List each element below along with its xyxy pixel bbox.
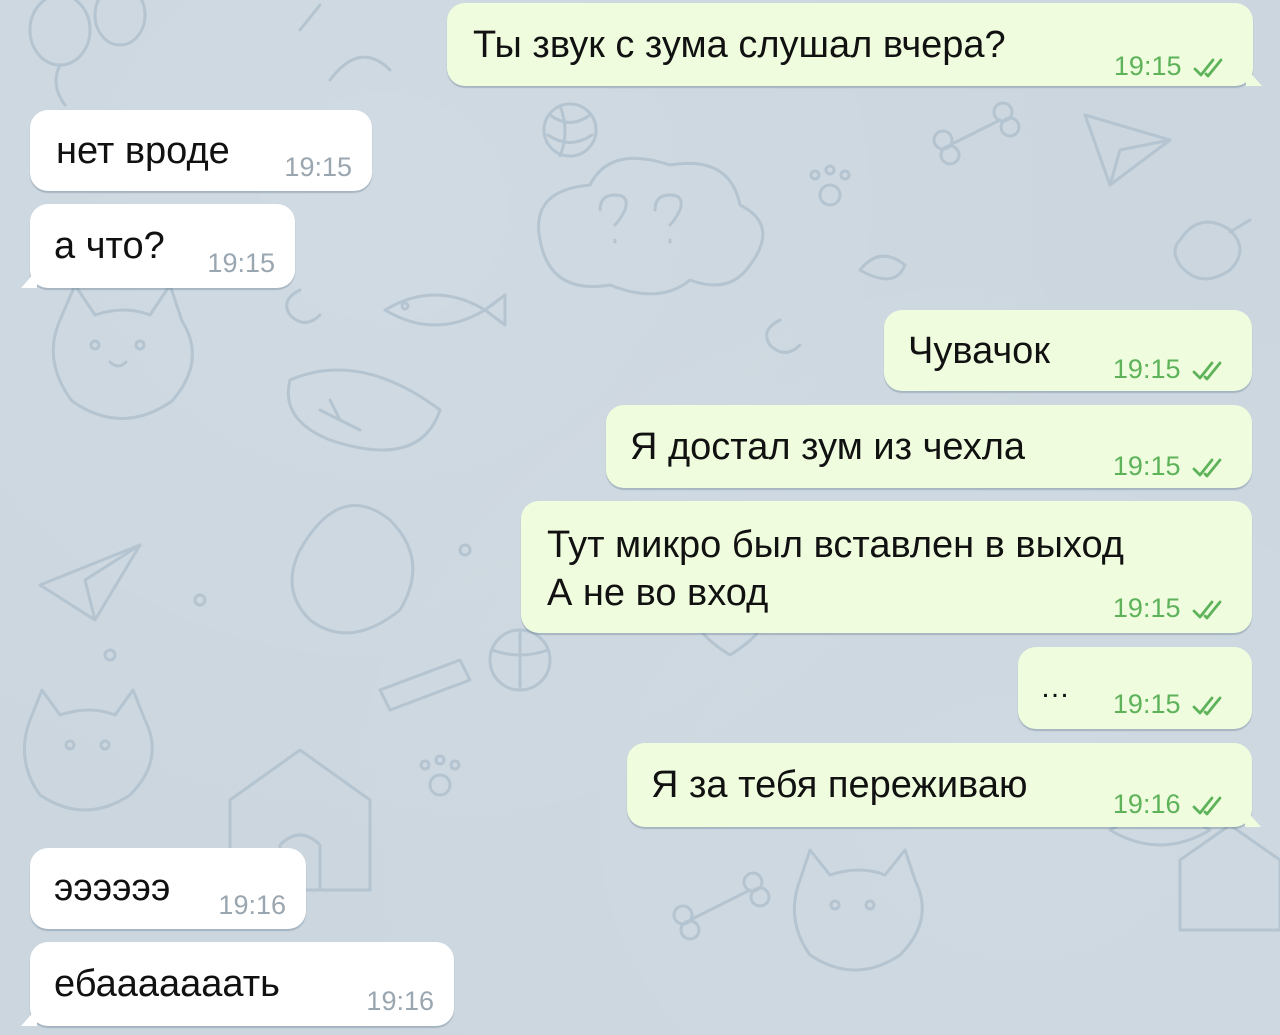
message-list[interactable]: Ты звук с зума слушал вчера? 19:15 нет в… <box>0 0 1280 1035</box>
message-text: Я достал зум из чехла <box>630 426 1026 468</box>
message-bubble-outgoing[interactable]: Я за тебя переживаю 19:16 <box>627 743 1261 827</box>
message-meta: 19:15 <box>1113 354 1228 384</box>
message-meta: 19:16 <box>1113 789 1228 819</box>
message-time: 19:15 <box>1113 51 1182 81</box>
message-text: Ты звук с зума слушал вчера? <box>473 24 1006 66</box>
message-meta: 19:15 <box>207 248 275 278</box>
message-bubble-incoming[interactable]: а что? 19:15 <box>21 204 295 288</box>
message-bubble-outgoing[interactable]: Я достал зум из чехла 19:15 <box>606 405 1252 488</box>
message-time: 19:16 <box>1112 789 1181 819</box>
double-check-icon <box>1192 796 1222 816</box>
message-meta: 19:15 <box>1113 451 1228 481</box>
message-bubble-outgoing[interactable]: Чувачок 19:15 <box>884 310 1252 391</box>
bubble-tail <box>21 270 37 288</box>
message-meta: 19:15 <box>1113 593 1228 623</box>
message-bubble-incoming[interactable]: нет вроде 19:15 <box>30 110 372 191</box>
double-check-icon <box>1192 458 1222 478</box>
message-meta: 19:15 <box>284 152 352 182</box>
double-check-icon <box>1192 361 1222 381</box>
message-text: Чувачок <box>908 330 1050 372</box>
message-meta: 19:16 <box>366 986 434 1016</box>
message-bubble-incoming[interactable]: ээээээ 19:16 <box>30 848 306 929</box>
double-check-icon <box>1192 600 1222 620</box>
message-meta: 19:15 <box>1114 51 1229 81</box>
message-text: ебааааааать <box>54 963 280 1005</box>
message-bubble-outgoing[interactable]: … 19:15 <box>1018 647 1252 729</box>
message-bubble-outgoing[interactable]: Тут микро был вставлен в выход А не во в… <box>521 501 1252 633</box>
message-time: 19:15 <box>1112 689 1181 719</box>
message-time: 19:15 <box>207 248 275 278</box>
message-text: а что? <box>54 225 165 267</box>
message-text: нет вроде <box>56 130 230 172</box>
message-time: 19:15 <box>1112 354 1181 384</box>
message-time: 19:16 <box>366 986 434 1016</box>
bubble-tail <box>1245 809 1261 827</box>
message-text-line-2: А не во вход <box>547 572 769 614</box>
double-check-icon <box>1192 696 1222 716</box>
bubble-tail <box>21 1008 37 1026</box>
message-time: 19:15 <box>1112 593 1181 623</box>
message-time: 19:15 <box>1112 451 1181 481</box>
double-check-icon <box>1193 58 1223 78</box>
message-time: 19:16 <box>218 890 286 920</box>
message-meta: 19:16 <box>218 890 286 920</box>
message-time: 19:15 <box>284 152 352 182</box>
message-text-line-1: Тут микро был вставлен в выход <box>547 524 1124 566</box>
message-text: … <box>1040 671 1070 704</box>
message-text: Я за тебя переживаю <box>651 764 1028 806</box>
message-bubble-incoming[interactable]: ебааааааать 19:16 <box>21 942 454 1026</box>
message-text: ээээээ <box>54 867 171 909</box>
message-bubble-outgoing[interactable]: Ты звук с зума слушал вчера? 19:15 <box>447 3 1262 86</box>
bubble-tail <box>1246 68 1262 86</box>
message-meta: 19:15 <box>1113 689 1228 719</box>
